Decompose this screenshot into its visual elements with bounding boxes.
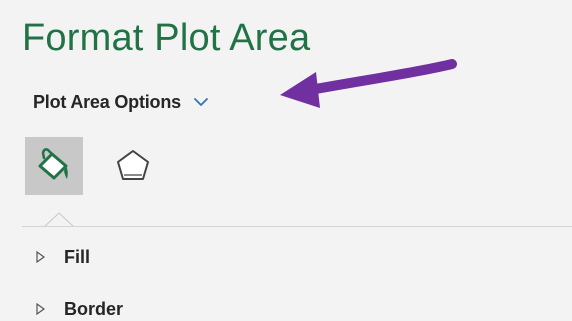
effects-tab[interactable] [104, 137, 162, 195]
paint-bucket-icon [38, 148, 68, 180]
border-section-label: Border [64, 298, 124, 319]
border-section-header[interactable]: Border [36, 297, 123, 321]
pane-title: Format Plot Area [22, 17, 311, 59]
expand-caret-icon [36, 303, 46, 315]
fill-section-label: Fill [64, 246, 90, 267]
expand-caret-icon [36, 251, 46, 263]
plot-area-options-dropdown[interactable]: Plot Area Options [33, 89, 209, 115]
options-label: Plot Area Options [33, 91, 181, 112]
format-pane: Format Plot Area Plot Area Options Fill [0, 0, 572, 319]
fill-line-tab[interactable] [25, 137, 83, 195]
annotation-arrow-icon [280, 59, 457, 108]
pentagon-icon [117, 150, 149, 180]
section-divider [22, 226, 572, 227]
fill-section-header[interactable]: Fill [36, 245, 90, 269]
chevron-down-icon [194, 98, 208, 106]
